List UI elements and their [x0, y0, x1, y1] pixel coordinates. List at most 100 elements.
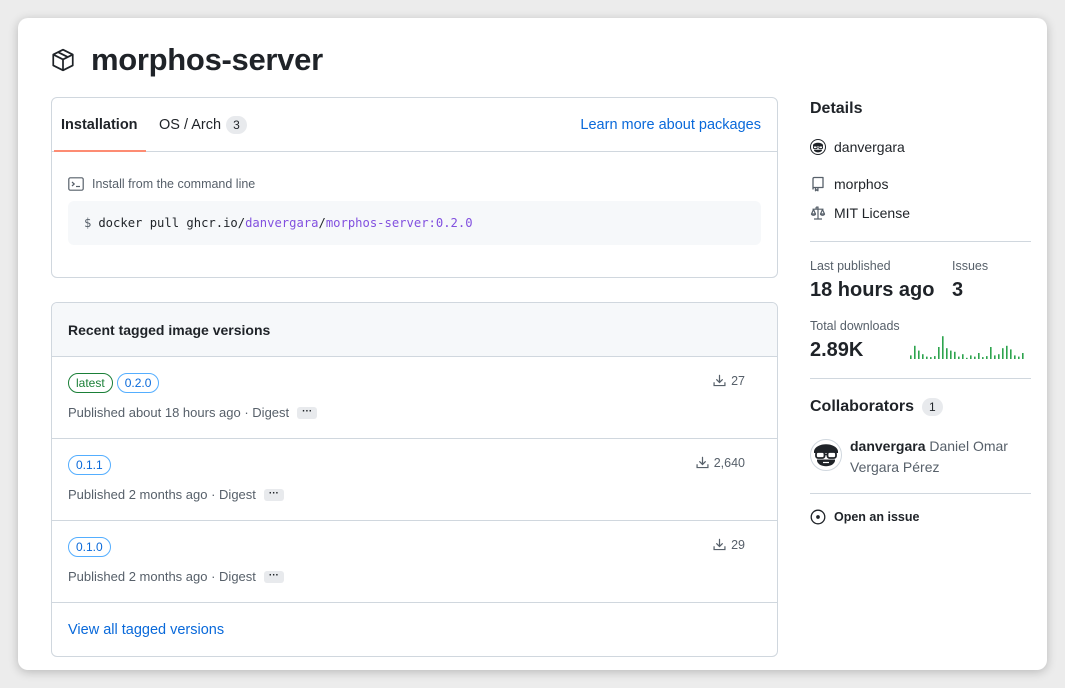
published-info: Published 2 months ago · Digest ···: [68, 487, 284, 502]
total-downloads-label: Total downloads: [810, 319, 900, 333]
download-count: 27: [712, 374, 745, 388]
command-slash: /: [318, 216, 326, 230]
divider: [810, 241, 1031, 242]
sparkline-bar: [966, 357, 968, 359]
version-tags: latest 0.2.0: [68, 373, 163, 393]
page-title: morphos-server: [91, 42, 323, 77]
published-info: Published about 18 hours ago · Digest ··…: [68, 405, 318, 420]
sparkline-bar: [930, 357, 932, 359]
download-count: 2,640: [695, 456, 745, 470]
tab-os-arch-counter: 3: [226, 115, 247, 134]
divider: [810, 378, 1031, 379]
versions-title: Recent tagged image versions: [52, 303, 777, 357]
learn-more-link[interactable]: Learn more about packages: [580, 117, 761, 133]
details-title: Details: [810, 100, 863, 117]
version-row: 0.1.1 Published 2 months ago · Digest ··…: [52, 439, 777, 521]
last-published-label: Last published: [810, 259, 891, 273]
tab-installation-label: Installation: [61, 116, 138, 133]
published-text: Published 2 months ago · Digest: [68, 569, 256, 584]
sparkline-bar: [974, 356, 976, 359]
install-command[interactable]: $ docker pull ghcr.io/danvergara / morphos-…: [68, 201, 761, 245]
owner-link[interactable]: danvergara: [810, 139, 905, 155]
sparkline-bar: [1002, 348, 1004, 359]
collaborator-item[interactable]: danvergara Daniel Omar Vergara Pérez: [810, 436, 1030, 478]
install-panel: Installation OS / Arch 3 Learn more abou…: [51, 97, 778, 278]
tag-latest[interactable]: latest: [68, 373, 113, 393]
versions-panel: Recent tagged image versions latest 0.2.…: [51, 302, 778, 657]
package-page: morphos-server Installation OS / Arch 3 …: [18, 18, 1047, 670]
open-issue-link[interactable]: Open an issue: [810, 509, 919, 525]
total-downloads-value: 2.89K: [810, 339, 864, 361]
published-text: Published 2 months ago · Digest: [68, 487, 256, 502]
sparkline-bar: [938, 347, 940, 359]
download-count-value: 29: [731, 538, 745, 552]
sparkline-bar: [1010, 349, 1012, 359]
collaborators-title: Collaborators: [810, 398, 915, 415]
download-count-value: 27: [731, 374, 745, 388]
collaborator-username: danvergara: [850, 438, 926, 454]
sparkline-bar: [1022, 353, 1024, 359]
sparkline-bar: [986, 356, 988, 359]
sparkline-bar: [962, 354, 964, 359]
divider: [810, 493, 1031, 494]
terminal-icon: [68, 177, 84, 191]
version-tags: 0.1.0: [68, 537, 115, 557]
tab-installation[interactable]: Installation: [54, 98, 146, 152]
issue-opened-icon: [810, 509, 826, 525]
sparkline-bar: [990, 347, 992, 359]
download-count: 29: [712, 538, 745, 552]
command-line-text: Install from the command line: [92, 177, 256, 191]
sparkline-bar: [978, 353, 980, 359]
package-icon: [52, 48, 74, 72]
law-icon: [810, 206, 826, 220]
command-image: morphos-server:0.2.0: [325, 216, 473, 230]
sparkline-bar: [1006, 345, 1008, 359]
tag-version[interactable]: 0.1.1: [68, 455, 111, 475]
sparkline-bar: [946, 348, 948, 359]
download-icon: [713, 374, 726, 387]
tag-version[interactable]: 0.2.0: [116, 373, 160, 393]
sparkline-bar: [926, 356, 928, 359]
page-header: morphos-server: [50, 42, 323, 78]
sparkline-bar: [922, 354, 924, 359]
owner-name: danvergara: [834, 139, 905, 155]
sparkline-bar: [958, 356, 960, 359]
sparkline-bar: [970, 355, 972, 359]
owner-avatar-icon: [810, 139, 826, 155]
digest-more-button[interactable]: ···: [263, 570, 284, 583]
repo-link[interactable]: morphos: [810, 176, 888, 192]
collaborators-counter: 1: [922, 398, 943, 416]
tab-os-arch[interactable]: OS / Arch 3: [159, 98, 247, 151]
digest-more-button[interactable]: ···: [263, 488, 284, 501]
sparkline-bar: [982, 357, 984, 359]
view-all-versions-link[interactable]: View all tagged versions: [68, 622, 224, 638]
downloads-sparkline: [910, 336, 1024, 359]
download-icon: [713, 538, 726, 551]
sparkline-bar: [950, 350, 952, 359]
issues-label: Issues: [952, 259, 989, 273]
download-icon: [696, 456, 709, 469]
command-prompt: $: [84, 216, 92, 230]
sparkline-bar: [1014, 355, 1016, 359]
last-published-value: 18 hours ago: [810, 279, 935, 301]
tag-version[interactable]: 0.1.0: [68, 537, 111, 557]
sparkline-bar: [918, 350, 920, 359]
download-count-value: 2,640: [713, 456, 745, 470]
digest-more-button[interactable]: ···: [297, 406, 318, 419]
license-link[interactable]: MIT License: [810, 205, 910, 221]
sparkline-bar: [1018, 356, 1020, 359]
collaborator-names: danvergara Daniel Omar Vergara Pérez: [850, 436, 1030, 478]
command-line-label: Install from the command line: [68, 177, 255, 191]
license-name: MIT License: [834, 205, 910, 221]
version-tags: 0.1.1: [68, 455, 115, 475]
sparkline-bar: [942, 336, 944, 359]
sparkline-bar: [994, 355, 996, 359]
collaborator-avatar: [810, 439, 842, 471]
command-owner: danvergara: [245, 216, 319, 230]
published-info: Published 2 months ago · Digest ···: [68, 569, 284, 584]
version-row: 0.1.0 Published 2 months ago · Digest ··…: [52, 521, 777, 603]
published-text: Published about 18 hours ago · Digest: [68, 405, 290, 420]
command-prefix: docker pull ghcr.io/: [98, 216, 246, 230]
sparkline-bar: [998, 354, 1000, 359]
repo-icon: [812, 176, 824, 192]
